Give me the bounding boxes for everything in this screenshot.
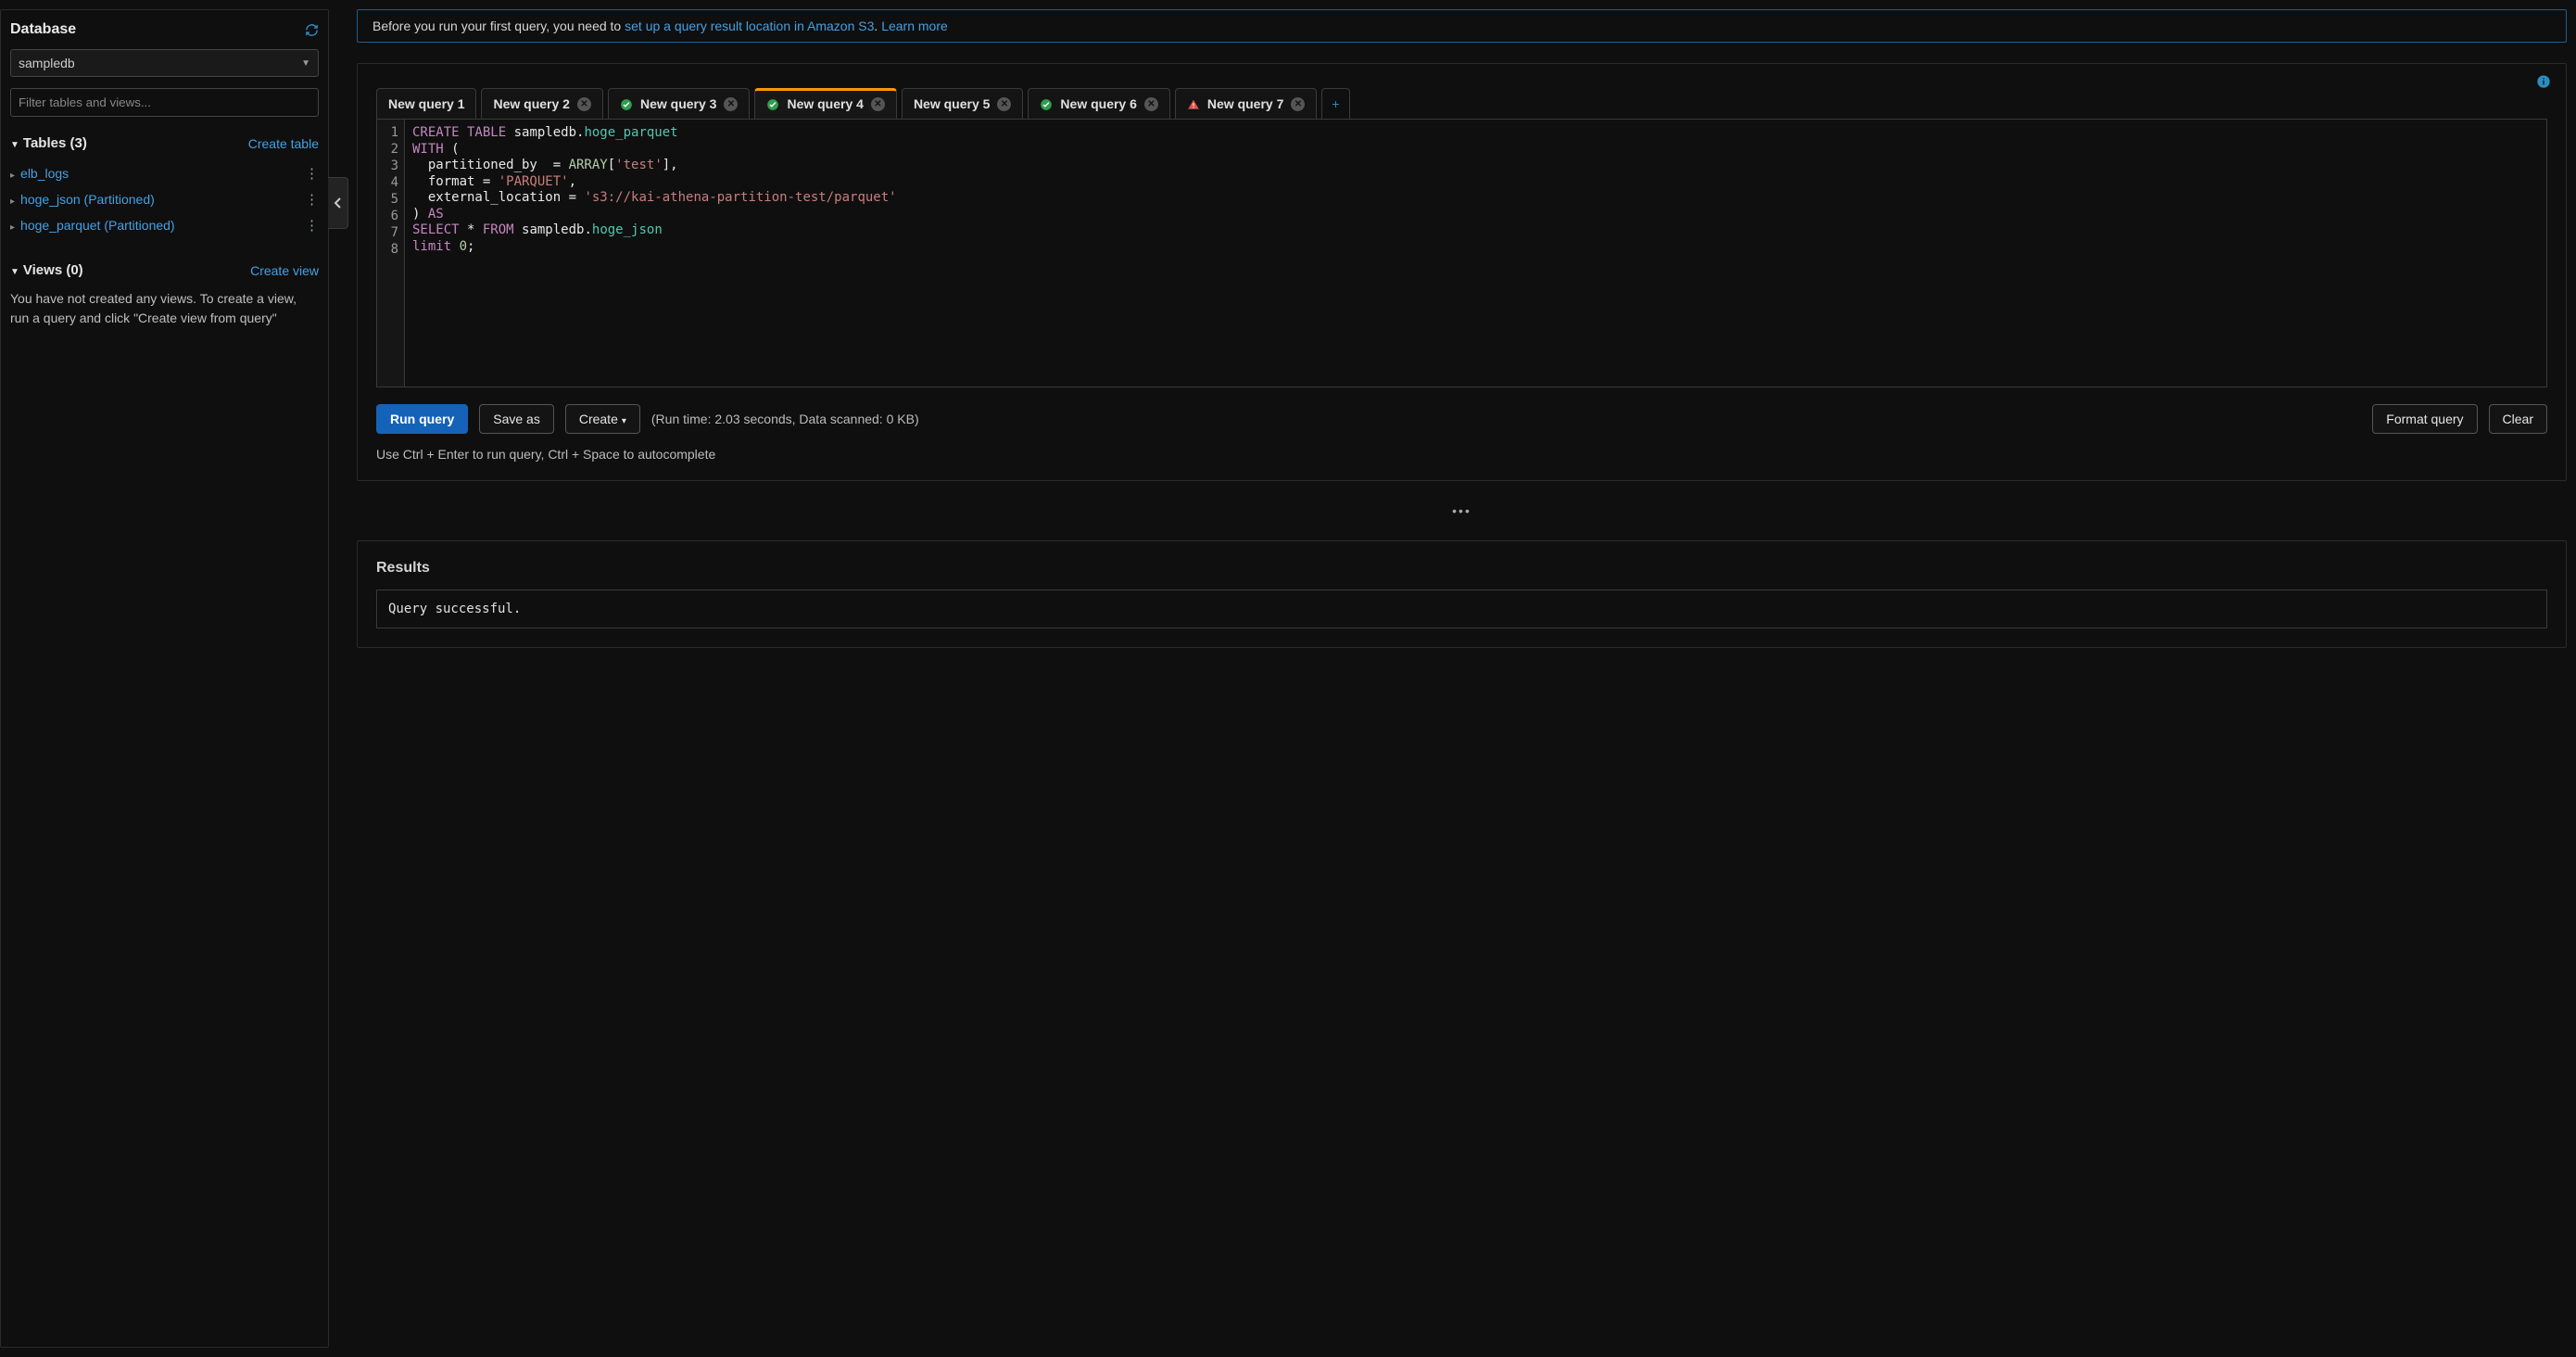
table-item[interactable]: ▸ hoge_json (Partitioned) ⋮: [10, 186, 319, 212]
info-icon[interactable]: [2536, 73, 2551, 90]
filter-input[interactable]: [10, 88, 319, 117]
close-tab-icon[interactable]: ✕: [871, 97, 885, 111]
refresh-icon[interactable]: [305, 22, 319, 38]
sidebar: Database sampledb ▼ ▼Tables (3) Create t…: [0, 9, 329, 1348]
create-view-link[interactable]: Create view: [250, 263, 319, 278]
results-pane: Results Query successful.: [357, 540, 2567, 648]
query-tab[interactable]: New query 1: [376, 88, 476, 119]
table-name: elb_logs: [20, 166, 69, 181]
caret-right-icon: ▸: [10, 197, 15, 207]
main: Before you run your first query, you nee…: [357, 9, 2567, 1348]
sql-editor[interactable]: 12345678 CREATE TABLE sampledb.hoge_parq…: [376, 119, 2547, 387]
query-tab[interactable]: New query 6 ✕: [1028, 88, 1169, 119]
editor-code[interactable]: CREATE TABLE sampledb.hoge_parquetWITH (…: [405, 120, 2546, 387]
status-ok-icon: [1040, 96, 1053, 111]
banner-setup-link[interactable]: set up a query result location in Amazon…: [625, 19, 874, 33]
format-query-button[interactable]: Format query: [2372, 404, 2477, 434]
query-stats: (Run time: 2.03 seconds, Data scanned: 0…: [651, 412, 919, 426]
banner-text-prefix: Before you run your first query, you nee…: [373, 19, 625, 33]
query-tab[interactable]: New query 3 ✕: [608, 88, 750, 119]
caret-right-icon: ▸: [10, 222, 15, 233]
results-heading: Results: [376, 560, 2547, 577]
database-select[interactable]: sampledb ▼: [10, 49, 319, 77]
add-tab-button[interactable]: +: [1321, 88, 1349, 119]
table-item[interactable]: ▸ elb_logs ⋮: [10, 160, 319, 186]
database-select-value: sampledb: [19, 56, 75, 70]
caret-down-icon: ▾: [622, 416, 626, 426]
clear-button[interactable]: Clear: [2489, 404, 2547, 434]
tab-label: New query 7: [1207, 96, 1283, 111]
query-tab[interactable]: New query 4 ✕: [754, 88, 896, 119]
query-tabs: New query 1New query 2✕New query 3✕New q…: [376, 88, 2547, 119]
views-empty-text: You have not created any views. To creat…: [10, 289, 319, 328]
table-list: ▸ elb_logs ⋮ ▸ hoge_json (Partitioned) ⋮ ▸ hoge…: [10, 160, 319, 238]
query-workbench: New query 1New query 2✕New query 3✕New q…: [357, 63, 2567, 481]
tab-label: New query 2: [493, 96, 569, 111]
caret-down-icon: ▼: [301, 58, 310, 69]
caret-down-icon: ▼: [10, 140, 19, 150]
kebab-icon[interactable]: ⋮: [305, 165, 319, 182]
tab-label: New query 5: [914, 96, 990, 111]
close-tab-icon[interactable]: ✕: [1291, 97, 1305, 111]
tables-heading[interactable]: ▼Tables (3): [10, 135, 87, 151]
run-query-button[interactable]: Run query: [376, 404, 468, 434]
collapse-sidebar-button[interactable]: [328, 177, 348, 229]
tab-label: New query 4: [787, 96, 863, 111]
close-tab-icon[interactable]: ✕: [724, 97, 738, 111]
views-heading[interactable]: ▼Views (0): [10, 262, 83, 278]
tab-label: New query 6: [1060, 96, 1136, 111]
save-as-button[interactable]: Save as: [479, 404, 554, 434]
table-item[interactable]: ▸ hoge_parquet (Partitioned) ⋮: [10, 212, 319, 238]
resize-handle[interactable]: •••: [357, 503, 2567, 518]
close-tab-icon[interactable]: ✕: [577, 97, 591, 111]
query-tab[interactable]: New query 5 ✕: [902, 88, 1023, 119]
tab-label: New query 3: [640, 96, 716, 111]
editor-gutter: 12345678: [377, 120, 405, 387]
caret-right-icon: ▸: [10, 171, 15, 181]
table-name: hoge_json (Partitioned): [20, 192, 155, 207]
kebab-icon[interactable]: ⋮: [305, 217, 319, 234]
close-tab-icon[interactable]: ✕: [1144, 97, 1158, 111]
banner-learn-more-link[interactable]: Learn more: [881, 19, 948, 33]
database-heading: Database: [10, 21, 76, 38]
status-ok-icon: [766, 96, 779, 111]
status-warn-icon: [1187, 96, 1200, 111]
query-tab[interactable]: New query 7 ✕: [1175, 88, 1317, 119]
setup-banner: Before you run your first query, you nee…: [357, 9, 2567, 43]
editor-hint: Use Ctrl + Enter to run query, Ctrl + Sp…: [376, 447, 2547, 462]
kebab-icon[interactable]: ⋮: [305, 191, 319, 208]
query-tab[interactable]: New query 2 ✕: [481, 88, 602, 119]
status-ok-icon: [620, 96, 633, 111]
results-message: Query successful.: [376, 590, 2547, 628]
create-table-link[interactable]: Create table: [248, 136, 319, 151]
create-button[interactable]: Create▾: [565, 404, 640, 434]
close-tab-icon[interactable]: ✕: [997, 97, 1011, 111]
caret-down-icon: ▼: [10, 267, 19, 277]
table-name: hoge_parquet (Partitioned): [20, 218, 175, 233]
tab-label: New query 1: [388, 96, 464, 111]
